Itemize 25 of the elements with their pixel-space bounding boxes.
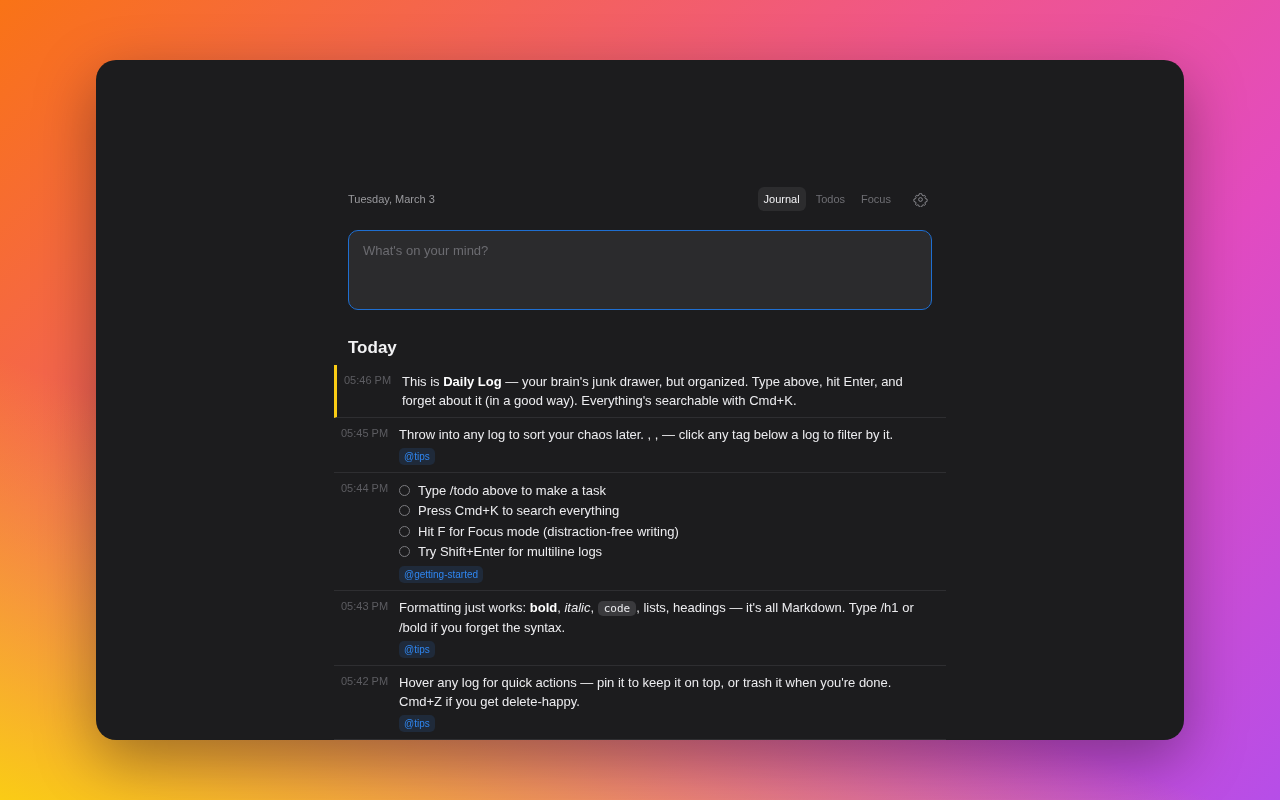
log-text: This is Daily Log — your brain's junk drawer, but organized. Type above, hit Enter, and forget about it (in a good way). Everything's searchable with Cmd+K. xyxy=(402,373,904,410)
settings-icon[interactable] xyxy=(913,191,928,207)
date-label: Tuesday, March 3 xyxy=(348,193,435,205)
tag-chip[interactable]: @getting-started xyxy=(399,566,484,583)
todo-text: Hit F for Focus mode (distraction-free writing) xyxy=(418,522,679,541)
log-time: 05:43 PM xyxy=(341,599,390,614)
nav-tab[interactable]: Todos xyxy=(809,187,852,211)
log-text: Formatting just works: bold, italic, code , lists, headings — it's all Markdown. Type /h1 or /bold if you forget the syntax. xyxy=(399,599,915,637)
tag-chip[interactable]: @tips xyxy=(399,641,435,658)
log-input-field[interactable]: What's on your mind? xyxy=(348,230,932,310)
tag-chip[interactable]: @tips xyxy=(399,715,435,732)
tag-chip[interactable]: @tips xyxy=(399,448,435,465)
todo-text: Type /todo above to make a task xyxy=(418,481,606,500)
log-time: 05:42 PM xyxy=(341,674,390,689)
nav-tab[interactable]: Focus xyxy=(855,187,897,211)
log-time: 05:46 PM xyxy=(344,373,393,388)
code-snippet: code xyxy=(597,601,637,616)
log-time: 05:44 PM xyxy=(341,481,390,496)
log-time: 05:45 PM xyxy=(341,426,390,441)
todo-text: Try Shift+Enter for multiline logs xyxy=(418,543,603,562)
todo-text: Press Cmd+K to search everything xyxy=(418,502,620,521)
log-text: Hover any log for quick actions — pin it to keep it on top, or trash it when you're done. Cmd+Z if you get delete-happy. xyxy=(399,674,893,711)
section-heading: Today xyxy=(348,338,398,358)
nav-tab[interactable]: Journal xyxy=(757,187,806,211)
log-text: Throw into any log to sort your chaos later. , , — click any tag below a log to filter by it. xyxy=(399,426,895,444)
